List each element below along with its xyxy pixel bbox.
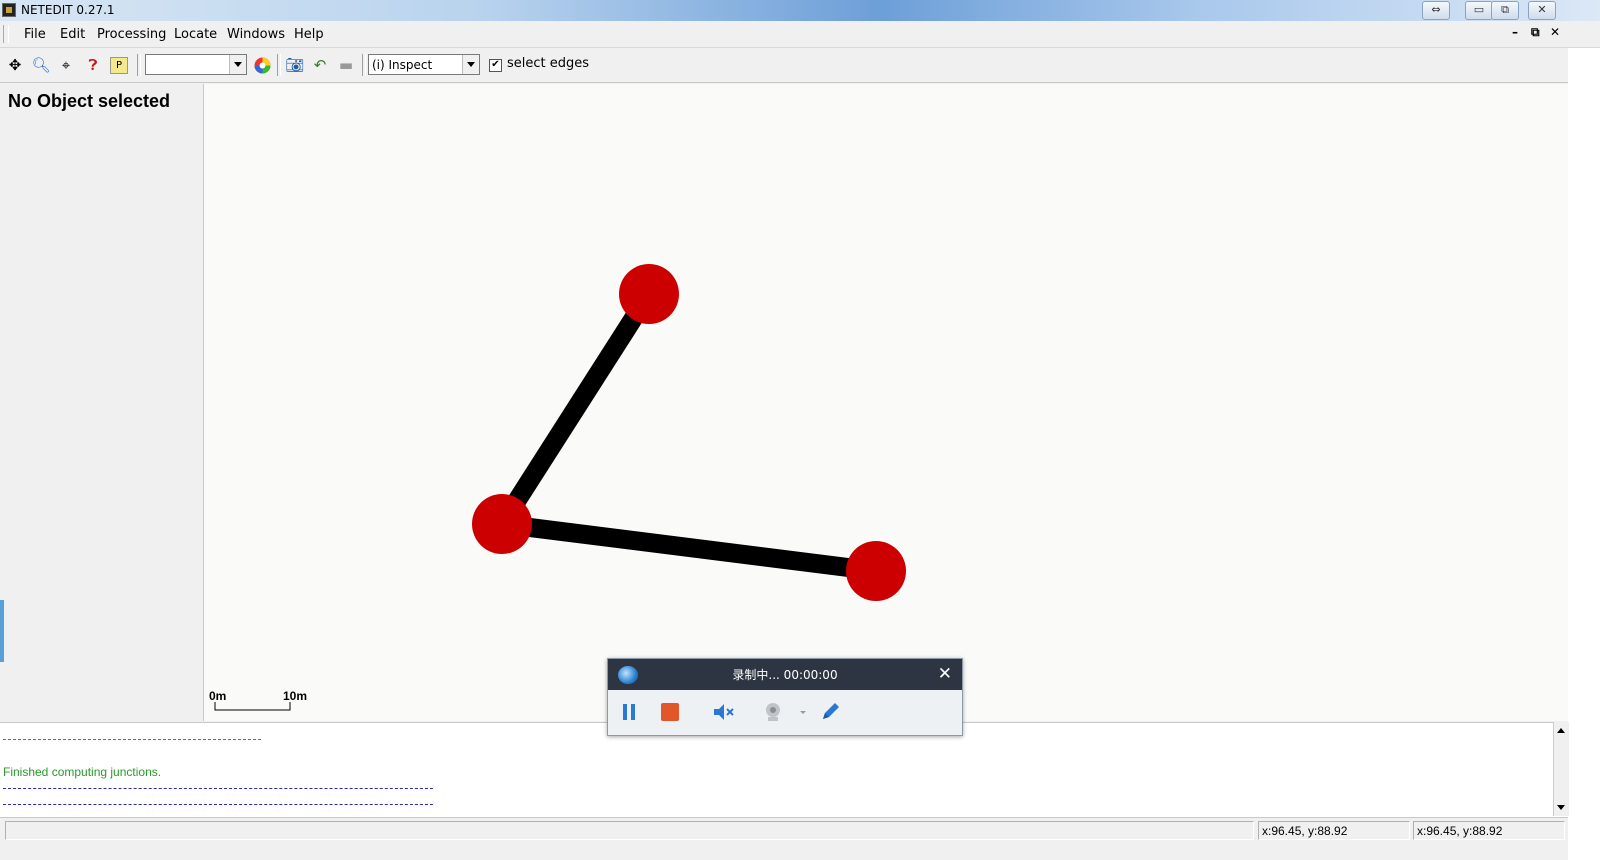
screenshot-camera-icon[interactable]: 📷︎ (285, 55, 305, 75)
chevron-down-icon[interactable] (229, 55, 246, 74)
menu-locate[interactable]: Locate (174, 27, 217, 42)
junction-center (472, 494, 532, 554)
mdi-close-icon[interactable]: ✕ (1550, 25, 1560, 39)
tooltip-icon[interactable]: P (110, 57, 128, 74)
color-scheme-combo[interactable] (145, 54, 247, 75)
select-edges-label: select edges (507, 56, 590, 71)
stop-icon[interactable] (659, 701, 681, 723)
panel-side-tab[interactable] (0, 600, 4, 662)
scale-end-label: 10m (283, 689, 308, 703)
recording-status: 录制中... 00:00:00 (732, 668, 838, 682)
recenter-view-icon[interactable]: ✥ (5, 55, 25, 75)
menu-edit[interactable]: Edit (60, 27, 85, 42)
undo-icon[interactable]: ↶ (310, 55, 330, 75)
menu-bar: File Edit Processing Locate Windows Help… (0, 21, 1600, 48)
menu-processing[interactable]: Processing (97, 27, 166, 42)
junction-top (619, 264, 679, 324)
netedit-app-icon (2, 3, 16, 17)
edge-2 (500, 514, 878, 581)
color-wheel-icon[interactable] (252, 55, 272, 75)
save-disabled-icon[interactable]: ▬ (336, 55, 356, 75)
mdi-restore-icon[interactable]: ⧉ (1531, 25, 1540, 40)
select-edges-checkbox[interactable]: ✔ (489, 59, 502, 72)
recorder-header: 录制中... 00:00:00 ✕ (608, 659, 962, 690)
network-canvas[interactable]: 0m 10m (204, 84, 1568, 721)
toolbar: ✥ 🔍︎ ⌖ ❓︎ P 📷︎ ↶ ▬ (i) Inspect ✔ select … (0, 48, 1600, 83)
pause-icon[interactable] (618, 701, 640, 723)
edge-1 (493, 288, 658, 530)
menubar-grip (3, 25, 9, 43)
menu-windows[interactable]: Windows (227, 27, 285, 42)
message-finished: Finished computing junctions. (3, 765, 162, 779)
message-scrollbar[interactable] (1553, 722, 1569, 816)
recorder-close-button[interactable]: ✕ (938, 664, 952, 684)
window-title: NETEDIT 0.27.1 (21, 3, 115, 17)
zoom-icon[interactable]: 🔍︎ (31, 55, 51, 75)
scale-bar (214, 702, 291, 711)
junction-right (846, 541, 906, 601)
message-window: Finished computing junctions. (0, 722, 1568, 817)
screen-recorder-widget: 录制中... 00:00:00 ✕ (607, 658, 963, 736)
mdi-minimize-icon[interactable]: – (1512, 25, 1518, 39)
inspector-title: No Object selected (8, 91, 171, 111)
annotate-pencil-icon[interactable] (819, 701, 841, 723)
edit-mode-combo[interactable]: (i) Inspect (368, 54, 480, 75)
close-window-button[interactable]: ✕ (1528, 1, 1556, 20)
cursor-position: x:96.45, y:88.92 (1258, 821, 1410, 840)
cursor-position-alt: x:96.45, y:88.92 (1413, 821, 1565, 840)
restore-button[interactable]: ⧉ (1491, 1, 1519, 20)
minimize-button[interactable]: ▭ (1465, 1, 1493, 20)
right-edge (1568, 48, 1600, 860)
menu-file[interactable]: File (24, 27, 46, 42)
status-bar: x:96.45, y:88.92 x:96.45, y:88.92 (0, 817, 1568, 844)
resize-icon[interactable]: ⇔ (1422, 1, 1450, 20)
title-bar: NETEDIT 0.27.1 ⇔ ▭ ⧉ ✕ (0, 0, 1600, 21)
locate-junction-icon[interactable]: ⌖ (56, 55, 76, 75)
status-message (5, 821, 1254, 840)
webcam-icon[interactable] (763, 701, 785, 723)
scale-start-label: 0m (209, 689, 227, 703)
chevron-down-icon[interactable] (462, 55, 479, 74)
scroll-up-icon[interactable] (1557, 728, 1565, 733)
menu-help[interactable]: Help (294, 27, 324, 42)
locate-edge-icon[interactable]: ❓︎ (83, 55, 103, 75)
webcam-options-chevron-icon[interactable] (799, 701, 807, 723)
scroll-down-icon[interactable] (1557, 805, 1565, 810)
inspector-panel: No Object selected (0, 84, 204, 721)
mute-icon[interactable] (712, 701, 734, 723)
